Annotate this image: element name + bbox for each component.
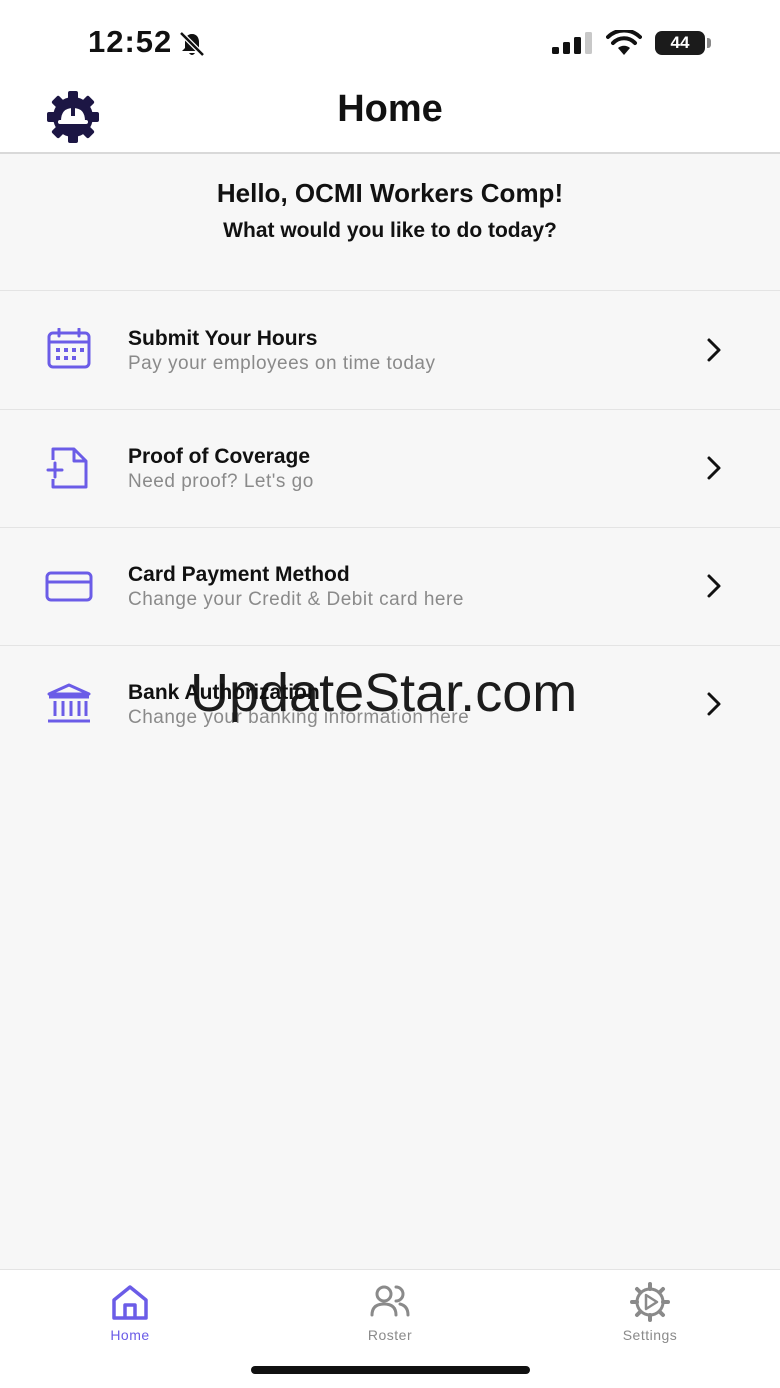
calendar-icon [47,328,91,369]
home-indicator [251,1366,530,1374]
file-add-icon [46,447,88,489]
greeting-subtitle: What would you like to do today? [223,219,557,242]
battery-indicator: 44 [655,31,705,55]
tab-label: Roster [367,1327,413,1343]
chevron-right-icon [707,574,721,598]
bell-off-icon [179,31,205,57]
menu-item-title: Proof of Coverage [128,445,311,468]
chevron-right-icon [707,692,721,716]
settings-icon [630,1282,670,1322]
greeting-title: Hello, OCMI Workers Comp! [216,178,564,208]
menu-item-title: Card Payment Method [128,563,350,586]
battery-cap [707,38,711,48]
menu-item-proof-of-coverage[interactable]: Proof of Coverage Need proof? Let's go [0,410,780,528]
menu-item-title: Submit Your Hours [128,327,318,350]
home-icon [112,1285,148,1320]
menu-item-submit-hours[interactable]: Submit Your Hours Pay your employees on … [0,292,780,410]
signal-icon [552,32,592,54]
menu-item-subtitle: Pay your employees on time today [128,353,436,374]
status-bar: 12:52 44 [0,0,780,80]
credit-card-icon [45,571,93,602]
tab-home[interactable]: Home [30,1270,230,1350]
menu-item-subtitle: Change your Credit & Debit card here [128,589,464,610]
greeting-section: Hello, OCMI Workers Comp! What would you… [0,154,780,291]
chevron-right-icon [707,456,721,480]
menu-item-card-payment[interactable]: Card Payment Method Change your Credit &… [0,528,780,646]
chevron-right-icon [707,338,721,362]
wifi-icon [606,30,642,55]
tab-label: Home [110,1327,150,1343]
page-title: Home [337,88,443,130]
watermark-text: UpdateStar.com [190,663,578,723]
tab-label: Settings [622,1327,678,1343]
tab-settings[interactable]: Settings [550,1270,750,1350]
users-icon [370,1285,410,1317]
menu-item-subtitle: Need proof? Let's go [128,471,314,492]
tab-roster[interactable]: Roster [290,1270,490,1350]
top-header: Home [0,80,780,154]
bank-icon [47,683,91,723]
status-time: 12:52 [88,24,173,59]
